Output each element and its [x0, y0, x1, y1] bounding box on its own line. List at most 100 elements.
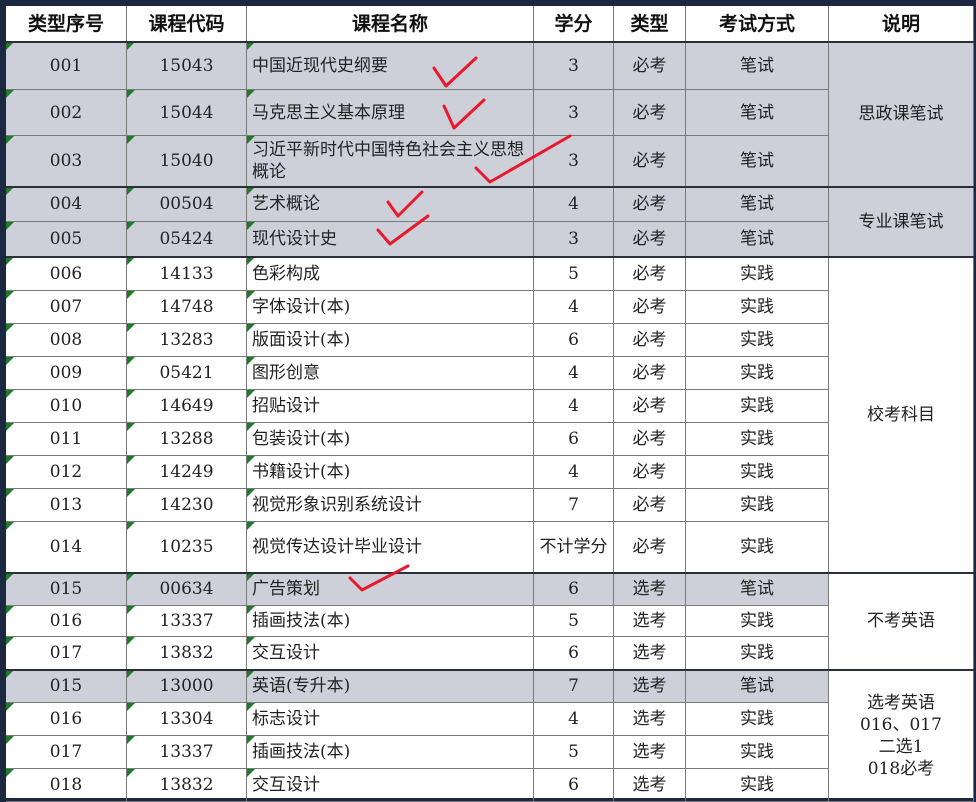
type-cell: 选考: [614, 606, 686, 637]
type-cell: 必考: [614, 136, 686, 187]
cell-flag-marker: [127, 456, 135, 464]
cell-flag-marker: [6, 637, 14, 645]
name-cell: 英语(专升本): [247, 670, 534, 703]
cell-flag-marker: [247, 42, 255, 50]
cell-flag-marker: [247, 637, 255, 645]
name-cell: 招贴设计: [247, 390, 534, 423]
seq-cell: 009: [6, 357, 127, 390]
credit-cell: 3: [534, 42, 614, 90]
code-cell: 13288: [127, 423, 247, 456]
code-cell: 10235: [127, 522, 247, 573]
cell-flag-marker: [247, 573, 255, 581]
seq-cell: 014: [6, 522, 127, 573]
credit-cell: 5: [534, 257, 614, 291]
seq-cell: 002: [6, 90, 127, 136]
type-cell: 必考: [614, 522, 686, 573]
code-cell: 14133: [127, 257, 247, 291]
seq-cell: 013: [6, 489, 127, 522]
name-cell: 广告策划: [247, 573, 534, 606]
seq-cell: 015: [6, 670, 127, 703]
group-divider: [6, 256, 974, 258]
seq-cell: 004: [6, 187, 127, 222]
credit-cell: 4: [534, 456, 614, 489]
cell-flag-marker: [247, 257, 255, 265]
code-cell: 15044: [127, 90, 247, 136]
cell-flag-marker: [127, 357, 135, 365]
cell-flag-marker: [127, 703, 135, 711]
cell-flag-marker: [6, 489, 14, 497]
cell-flag-marker: [127, 324, 135, 332]
group-divider: [6, 186, 974, 188]
name-cell: 版面设计(本): [247, 324, 534, 357]
cell-flag-marker: [247, 136, 255, 144]
seq-cell: 005: [6, 222, 127, 257]
cell-flag-marker: [6, 522, 14, 530]
code-cell: 13283: [127, 324, 247, 357]
column-header: 类型: [614, 6, 686, 42]
cell-flag-marker: [6, 257, 14, 265]
cell-flag-marker: [127, 606, 135, 614]
exam-cell: 实践: [686, 606, 829, 637]
seq-cell: 016: [6, 703, 127, 736]
credit-cell: 4: [534, 703, 614, 736]
type-cell: 选考: [614, 637, 686, 670]
type-cell: 必考: [614, 291, 686, 324]
seq-cell: 008: [6, 324, 127, 357]
credit-cell: 3: [534, 90, 614, 136]
seq-cell: 017: [6, 637, 127, 670]
credit-cell: 7: [534, 670, 614, 703]
exam-cell: 笔试: [686, 222, 829, 257]
type-cell: 必考: [614, 257, 686, 291]
code-cell: 00634: [127, 573, 247, 606]
credit-cell: 6: [534, 324, 614, 357]
column-header: 说明: [829, 6, 974, 42]
credit-cell: 4: [534, 291, 614, 324]
code-cell: 13000: [127, 670, 247, 703]
cell-flag-marker: [247, 703, 255, 711]
cell-flag-marker: [6, 357, 14, 365]
code-cell: 13304: [127, 703, 247, 736]
exam-cell: 实践: [686, 769, 829, 802]
name-cell: 交互设计: [247, 637, 534, 670]
seq-cell: 003: [6, 136, 127, 187]
cell-flag-marker: [247, 736, 255, 744]
cell-flag-marker: [127, 736, 135, 744]
cell-flag-marker: [247, 606, 255, 614]
name-cell: 艺术概论: [247, 187, 534, 222]
cell-flag-marker: [127, 522, 135, 530]
credit-cell: 5: [534, 736, 614, 769]
credit-cell: 4: [534, 357, 614, 390]
cell-flag-marker: [127, 489, 135, 497]
seq-cell: 010: [6, 390, 127, 423]
type-cell: 必考: [614, 324, 686, 357]
cell-flag-marker: [127, 637, 135, 645]
type-cell: 必考: [614, 456, 686, 489]
exam-cell: 实践: [686, 736, 829, 769]
seq-cell: 016: [6, 606, 127, 637]
credit-cell: 6: [534, 573, 614, 606]
name-cell: 字体设计(本): [247, 291, 534, 324]
type-cell: 选考: [614, 769, 686, 802]
name-cell: 马克思主义基本原理: [247, 90, 534, 136]
cell-flag-marker: [247, 423, 255, 431]
note-cell: 思政课笔试: [829, 42, 974, 187]
type-cell: 必考: [614, 222, 686, 257]
credit-cell: 6: [534, 769, 614, 802]
credit-cell: 3: [534, 222, 614, 257]
cell-flag-marker: [247, 291, 255, 299]
column-header: 类型序号: [6, 6, 127, 42]
name-cell: 中国近现代史纲要: [247, 42, 534, 90]
cell-flag-marker: [127, 423, 135, 431]
code-cell: 15043: [127, 42, 247, 90]
type-cell: 选考: [614, 573, 686, 606]
exam-cell: 实践: [686, 703, 829, 736]
type-cell: 必考: [614, 187, 686, 222]
credit-cell: 6: [534, 637, 614, 670]
cell-flag-marker: [127, 42, 135, 50]
seq-cell: 012: [6, 456, 127, 489]
cell-flag-marker: [127, 90, 135, 98]
course-table: 类型序号 课程代码 课程名称 学分 类型 考试方式 说明 001 15043 中国近现代史纲要 3 必…: [6, 6, 974, 802]
cell-flag-marker: [127, 222, 135, 230]
cell-flag-marker: [6, 42, 14, 50]
cell-flag-marker: [6, 606, 14, 614]
